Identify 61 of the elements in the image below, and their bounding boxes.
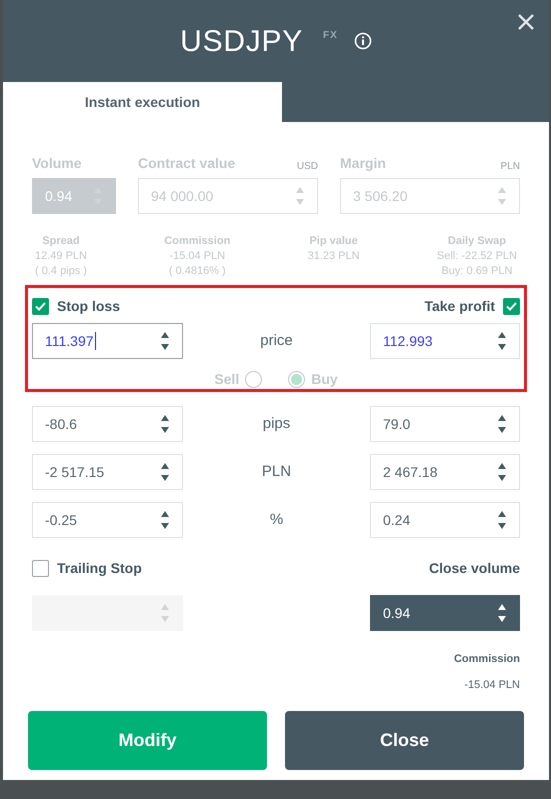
checkbox-label: Take profit [424,297,495,316]
row-label: PLN [262,462,292,482]
radio-button[interactable] [245,371,262,388]
number-field[interactable]: 0.94 [370,595,520,631]
info-value: Sell: -22.52 PLN [436,249,517,264]
spinner-arrows-icon[interactable] [496,330,507,352]
row-label: % [270,510,284,530]
field-label: Contract value [138,154,236,173]
text-cursor [94,332,96,350]
info-value: -15.04 PLN [169,249,226,264]
check-icon [35,302,46,311]
tab[interactable]: Instant execution [3,82,282,122]
info-label: Commission [164,234,230,249]
commission-label: Commission [454,652,520,667]
info-value: 31.23 PLN [308,249,360,264]
spinner-arrows-icon[interactable] [160,413,170,435]
spinner-arrows-icon[interactable] [497,509,507,531]
checkbox[interactable] [32,298,49,315]
info-value: ( 0.4816% ) [168,264,226,279]
number-field[interactable]: 112.993 [370,323,520,359]
market-label: FX [323,28,338,42]
unit-label: PLN [500,160,520,174]
number-field[interactable]: 79.0 [370,406,520,442]
radio-label: Buy [311,370,338,389]
row-label: pips [262,414,290,434]
info-label: Daily Swap [448,234,506,249]
spinner-arrows-icon[interactable] [160,461,170,483]
radio-label: Sell [214,370,240,389]
spinner-arrows-icon[interactable] [497,602,507,624]
checkbox-label: Trailing Stop [57,559,142,578]
number-field[interactable]: -0.25 [32,502,183,538]
checkbox[interactable] [32,560,49,577]
field-label: Close volume [428,559,520,578]
check-icon [506,302,517,311]
number-field[interactable]: -80.6 [32,406,183,442]
number-field[interactable]: 0.24 [370,502,520,538]
radio-button[interactable] [288,371,306,388]
info-label: Spread [42,234,80,249]
spinner-arrows-icon[interactable] [497,413,507,435]
spinner-arrows-icon[interactable] [160,509,170,531]
info-value: Buy: 0.69 PLN [441,264,512,279]
checkbox[interactable] [503,298,520,315]
unit-label: USD [296,160,318,174]
row-label: price [260,330,293,351]
spinner-arrows-icon[interactable] [497,461,507,483]
number-field[interactable] [32,595,183,631]
info-icon[interactable] [354,32,372,50]
spinner-arrows-icon[interactable] [160,330,170,352]
field-label: Margin [340,154,386,173]
window-title: USDJPY [180,24,304,60]
close-icon[interactable] [517,13,535,31]
info-label: Pip value [309,234,358,249]
number-field[interactable]: -2 517.15 [32,454,183,490]
info-value: 12.49 PLN [35,249,87,264]
close-button[interactable]: Close [285,711,524,770]
commission-value: -15.04 PLN [464,678,520,692]
number-field[interactable]: 111.397 [32,323,183,359]
checkbox-label: Stop loss [57,297,120,316]
field-label: Volume [32,154,82,173]
info-value: ( 0.4 pips ) [35,264,87,279]
number-field[interactable]: 2 467.18 [370,454,520,490]
